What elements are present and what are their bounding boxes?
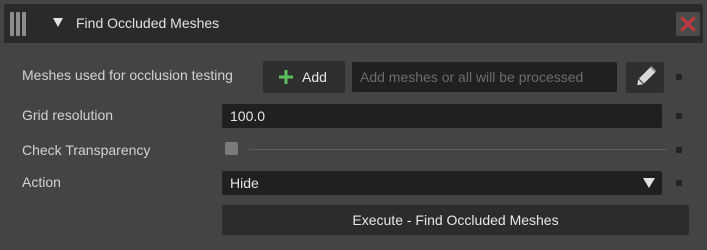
check-transparency-label: Check Transparency — [22, 142, 151, 158]
meshes-reset-indicator[interactable] — [676, 74, 682, 80]
drag-handle-icon[interactable] — [10, 12, 30, 36]
add-button-label: Add — [302, 69, 327, 85]
meshes-placeholder: Add meshes or all will be processed — [360, 69, 584, 85]
grid-resolution-label: Grid resolution — [22, 107, 114, 123]
close-button[interactable] — [676, 12, 700, 36]
divider-line — [249, 149, 667, 150]
find-occluded-meshes-panel: Find Occluded Meshes Meshes used for occ… — [0, 0, 707, 250]
grid-resolution-input[interactable]: 100.0 — [222, 104, 662, 128]
check-transparency-checkbox[interactable] — [225, 142, 238, 155]
action-selected-value: Hide — [230, 175, 259, 191]
plus-icon — [279, 70, 293, 84]
panel-title: Find Occluded Meshes — [76, 15, 220, 31]
panel-header[interactable]: Find Occluded Meshes — [4, 4, 703, 43]
action-reset-indicator[interactable] — [676, 180, 682, 186]
execute-button[interactable]: Execute - Find Occluded Meshes — [222, 205, 689, 235]
close-x-icon — [680, 16, 696, 32]
action-label: Action — [22, 174, 61, 190]
check-transparency-reset-indicator[interactable] — [676, 147, 682, 153]
execute-button-label: Execute - Find Occluded Meshes — [352, 212, 559, 228]
action-dropdown[interactable]: Hide — [222, 171, 662, 195]
collapse-triangle-icon[interactable] — [52, 16, 64, 28]
edit-meshes-button[interactable] — [626, 62, 664, 93]
grid-resolution-value: 100.0 — [230, 108, 266, 124]
add-meshes-button[interactable]: Add — [263, 61, 345, 93]
meshes-label: Meshes used for occlusion testing — [22, 67, 233, 83]
pencil-icon — [637, 66, 657, 86]
meshes-list-field[interactable]: Add meshes or all will be processed — [352, 62, 617, 92]
grid-resolution-reset-indicator[interactable] — [676, 113, 682, 119]
chevron-down-icon — [643, 178, 655, 188]
